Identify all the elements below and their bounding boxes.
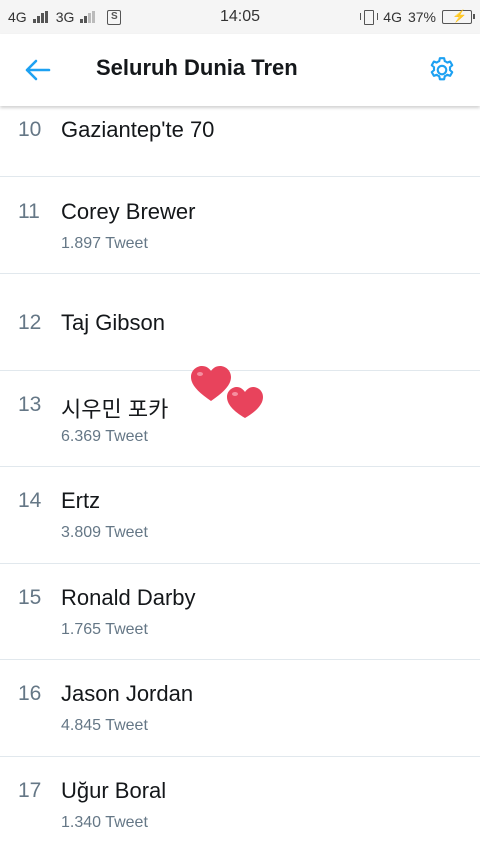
trend-row[interactable]: 14 Ertz 3.809 Tweet — [0, 467, 480, 564]
trend-name: Jason Jordan — [61, 681, 194, 706]
settings-button[interactable] — [426, 54, 458, 86]
battery-charging-icon: ⚡ — [442, 9, 475, 24]
trend-rank: 16 — [18, 682, 42, 705]
trend-rank: 15 — [18, 586, 42, 609]
trend-tweet-count: 1.765 Tweet — [61, 621, 148, 638]
page-title: Seluruh Dunia Tren — [96, 55, 298, 80]
trend-name: Corey Brewer — [61, 199, 196, 224]
trend-row[interactable]: 10 Gaziantep'te 70 — [0, 106, 480, 177]
trend-row[interactable]: 12 Taj Gibson — [0, 274, 480, 371]
trend-row[interactable]: 11 Corey Brewer 1.897 Tweet — [0, 177, 480, 274]
trend-row[interactable]: 15 Ronald Darby 1.765 Tweet — [0, 564, 480, 660]
trend-tweet-count: 1.897 Tweet — [61, 235, 148, 252]
status-bar: 4G 3G S 14:05 4G 37% ⚡ — [0, 0, 480, 34]
trend-name: Gaziantep'te 70 — [61, 117, 215, 142]
trend-name: Taj Gibson — [61, 310, 165, 335]
back-button[interactable] — [20, 54, 56, 86]
trend-rank: 14 — [18, 489, 42, 512]
trend-rank: 13 — [18, 393, 42, 416]
trend-rank: 17 — [18, 779, 42, 802]
trend-name: Ronald Darby — [61, 585, 196, 610]
status-right: 4G 37% ⚡ — [359, 0, 475, 34]
trend-name: Ertz — [61, 488, 101, 513]
hearts-sticker-icon — [191, 366, 263, 418]
trend-tweet-count: 4.845 Tweet — [61, 717, 148, 734]
app-bar: Seluruh Dunia Tren — [0, 34, 480, 106]
trend-rank: 12 — [18, 311, 42, 334]
trend-rank: 10 — [18, 118, 42, 141]
vibrate-icon — [359, 9, 379, 25]
trend-tweet-count: 6.369 Tweet — [61, 428, 148, 445]
trend-tweet-count: 3.809 Tweet — [61, 524, 148, 541]
trend-name: Uğur Boral — [61, 778, 167, 803]
trend-name: 시우민 포카 — [61, 397, 169, 422]
battery-percent: 37% — [407, 9, 436, 25]
trend-rank: 11 — [18, 200, 40, 223]
network-4g-right-label: 4G — [383, 9, 402, 25]
trend-tweet-count: 1.340 Tweet — [61, 814, 148, 831]
gear-icon — [430, 57, 454, 81]
trend-row[interactable]: 16 Jason Jordan 4.845 Tweet — [0, 660, 480, 757]
trend-row[interactable]: 17 Uğur Boral 1.340 Tweet — [0, 757, 480, 853]
arrow-left-icon — [25, 59, 51, 81]
